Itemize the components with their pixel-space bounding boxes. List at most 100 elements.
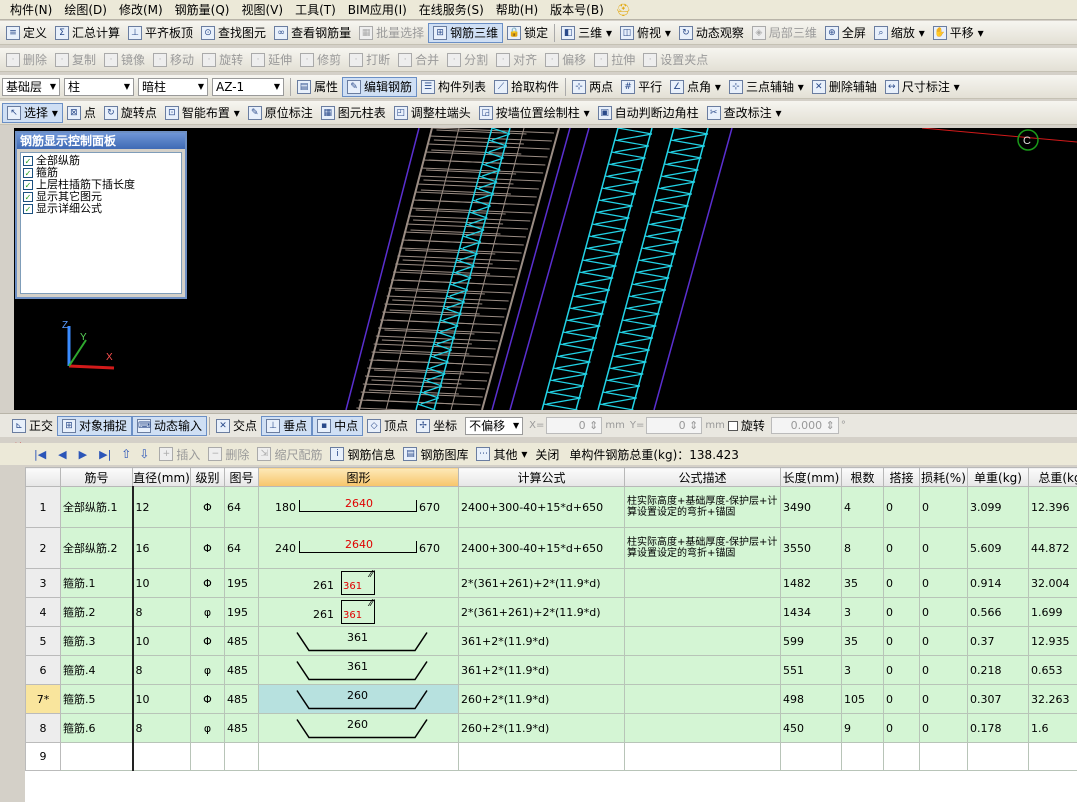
cell-dia[interactable]: 10 [132,568,191,598]
cell-unit[interactable]: 0.37 [967,626,1029,656]
checkbox-checked-icon[interactable]: ✓ [23,192,33,202]
delete-row-button[interactable]: − 删除 [204,444,253,464]
subtype-select[interactable]: 暗柱 ▼ [138,77,208,96]
modify-label-dropdown[interactable]: ✂ 查改标注 ▾ [703,103,786,123]
table-row[interactable]: 4 箍筋.2 8 φ 195 261 ⁄⁄ 361 2*(361+261)+2*(11.9*d)… [25,597,1077,627]
cell-loss[interactable]: 0 [919,655,968,685]
cell-count[interactable]: 105 [841,684,884,714]
cell-loss[interactable]: 0 [919,626,968,656]
row-number[interactable]: 4 [25,597,61,627]
cell-formula[interactable]: 361+2*(11.9*d) [458,626,625,656]
move-down-icon[interactable]: ⇩ [139,447,149,461]
cell-desc[interactable] [624,742,781,771]
summary-calc-button[interactable]: Σ 汇总计算 [51,23,124,43]
last-record-icon[interactable]: ▶| [99,448,111,461]
cell-shape[interactable]: 361 [258,655,459,685]
column-header-6[interactable]: 计算公式 [458,467,625,487]
cell-lap[interactable]: 0 [883,684,920,714]
cell-lap[interactable]: 0 [883,626,920,656]
cell-dia[interactable]: 10 [132,684,191,714]
column-header-9[interactable]: 根数 [841,467,884,487]
three-point-axis-dropdown[interactable]: ⊹ 三点辅轴 ▾ [725,77,808,97]
cell-fig[interactable]: 485 [224,626,259,656]
cell-shape[interactable]: 361 [258,626,459,656]
menu-item-0[interactable]: 构件(N) [4,1,58,18]
cell-len[interactable]: 551 [780,655,842,685]
cell-desc[interactable] [624,655,781,685]
draw-column-by-wall-dropdown[interactable]: ◲ 按墙位置绘制柱 ▾ [475,103,594,123]
cell-lap[interactable]: 0 [883,527,920,569]
edit-tool-11[interactable]: · 偏移 [541,50,590,70]
edit-tool-13[interactable]: · 设置夹点 [639,50,712,70]
column-header-1[interactable]: 筋号 [60,467,133,487]
cell-len[interactable]: 498 [780,684,842,714]
point-button[interactable]: ⊠ 点 [63,103,100,123]
floor-select[interactable]: 基础层 ▼ [2,77,60,96]
cell-desc[interactable]: 柱实际高度+基础厚度-保护层+计算设置设定的弯折+锚固 [624,486,781,528]
menu-item-3[interactable]: 钢筋量(Q) [169,1,236,18]
cell-shape[interactable]: 260 [258,684,459,714]
view-3d-dropdown[interactable]: ◧ 三维 ▾ [557,23,616,43]
cell-total[interactable]: 12.935 [1028,626,1077,656]
cell-desc[interactable] [624,597,781,627]
cell-formula[interactable]: 2*(361+261)+2*(11.9*d) [458,568,625,598]
cell-dia[interactable] [132,742,191,771]
local-3d-button[interactable]: ◈ 局部三维 [748,23,821,43]
cell-desc[interactable] [624,568,781,598]
offset-mode-select[interactable]: 不偏移 ▼ [465,416,524,435]
cell-unit[interactable]: 0.914 [967,568,1029,598]
cell-fig[interactable]: 195 [224,597,259,627]
edit-tool-0[interactable]: · 删除 [2,50,51,70]
select-dropdown[interactable]: ↖ 选择 ▾ [2,102,63,123]
column-header-12[interactable]: 单重(kg) [967,467,1029,487]
cell-dia[interactable]: 12 [132,486,191,528]
cell-lap[interactable]: 0 [883,655,920,685]
cell-name[interactable]: 箍筋.2 [60,597,134,627]
cell-total[interactable] [1028,742,1077,771]
first-record-icon[interactable]: |◀ [34,448,46,461]
menu-item-6[interactable]: BIM应用(I) [342,1,413,18]
rotate-checkbox[interactable] [727,420,738,431]
coordinate-snap[interactable]: ✢ 坐标 [412,416,461,436]
zoom-dropdown[interactable]: ⌕ 缩放 ▾ [870,23,929,43]
pick-member-button[interactable]: ⟋ 拾取构件 [490,77,563,97]
cell-len[interactable] [780,742,842,771]
table-row[interactable]: 2 全部纵筋.2 16 Φ 64 240 2640 670 2400+300-40+15*d+6… [25,527,1077,569]
cell-fig[interactable]: 64 [224,527,259,569]
cell-dia[interactable]: 8 [132,597,191,627]
edit-tool-7[interactable]: · 打断 [345,50,394,70]
cell-fig[interactable]: 195 [224,568,259,598]
cell-lap[interactable] [883,742,920,771]
row-number[interactable]: 5 [25,626,61,656]
parallel-button[interactable]: # 平行 [617,77,666,97]
point-angle-dropdown[interactable]: ∠ 点角 ▾ [666,77,725,97]
row-number[interactable]: 9 [25,742,61,771]
cell-formula[interactable]: 361+2*(11.9*d) [458,655,625,685]
cell-dia[interactable]: 16 [132,527,191,569]
menu-item-2[interactable]: 修改(M) [113,1,169,18]
cell-desc[interactable] [624,713,781,743]
cell-shape[interactable]: 260 [258,713,459,743]
cell-len[interactable]: 450 [780,713,842,743]
cell-unit[interactable]: 0.566 [967,597,1029,627]
row-number[interactable]: 1 [25,486,61,528]
delete-axis-button[interactable]: ✕ 删除辅轴 [808,77,881,97]
two-point-button[interactable]: ⊹ 两点 [568,77,617,97]
intersection-snap[interactable]: ✕ 交点 [212,416,261,436]
dynamic-input-toggle[interactable]: ⌨ 动态输入 [132,415,208,436]
cell-shape[interactable]: 180 2640 670 [258,486,459,528]
cell-name[interactable] [60,742,134,771]
cell-grade[interactable]: Φ [190,527,225,569]
edit-tool-6[interactable]: · 修剪 [296,50,345,70]
cell-len[interactable]: 3550 [780,527,842,569]
rotate-input[interactable]: 0.000 ⇕ [770,417,839,434]
column-table-button[interactable]: ▦ 图元柱表 [317,103,390,123]
insert-row-button[interactable]: + 插入 [155,444,204,464]
table-row[interactable]: 6 箍筋.4 8 φ 485 361 361+2*(11.9*d) 551 3 0 0 0.218 0.… [25,655,1077,685]
row-number[interactable]: 6 [25,655,61,685]
move-up-icon[interactable]: ⇧ [121,447,131,461]
column-header-7[interactable]: 公式描述 [624,467,781,487]
checkbox-checked-icon[interactable]: ✓ [23,204,33,214]
cell-unit[interactable]: 0.307 [967,684,1029,714]
menu-item-9[interactable]: 版本号(B) [544,1,610,18]
